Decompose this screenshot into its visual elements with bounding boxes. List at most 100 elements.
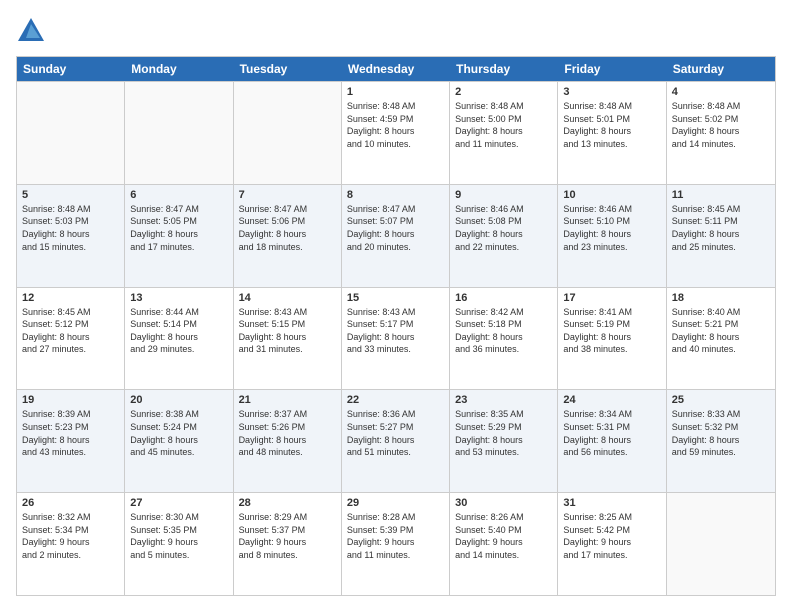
calendar-body: 1 Sunrise: 8:48 AM Sunset: 4:59 PM Daylig… — [17, 81, 775, 595]
day-number: 7 — [239, 189, 336, 201]
calendar: SundayMondayTuesdayWednesdayThursdayFrid… — [16, 56, 776, 596]
cell-info: Sunrise: 8:26 AM Sunset: 5:40 PM Dayligh… — [455, 511, 552, 561]
day-number: 2 — [455, 86, 552, 98]
day-number: 24 — [563, 394, 660, 406]
cell-info: Sunrise: 8:28 AM Sunset: 5:39 PM Dayligh… — [347, 511, 444, 561]
day-cell-15: 15Sunrise: 8:43 AM Sunset: 5:17 PM Dayli… — [342, 288, 450, 390]
cell-info: Sunrise: 8:39 AM Sunset: 5:23 PM Dayligh… — [22, 408, 119, 458]
day-cell-13: 13 Sunrise: 8:44 AM Sunset: 5:14 PM Dayli… — [125, 288, 233, 390]
logo — [16, 16, 50, 46]
day-number: 14 — [239, 292, 336, 304]
day-number: 28 — [239, 497, 336, 509]
cell-info: Sunrise: 8:45 AM Sunset: 5:11 PM Dayligh… — [672, 203, 770, 253]
day-cell-31: 31Sunrise: 8:25 AM Sunset: 5:42 PM Dayli… — [558, 493, 666, 595]
day-cell-29: 29 Sunrise: 8:28 AM Sunset: 5:39 PM Dayli… — [342, 493, 450, 595]
day-number: 20 — [130, 394, 227, 406]
cell-info: Sunrise: 8:40 AM Sunset: 5:21 PM Dayligh… — [672, 306, 770, 356]
calendar-row-0: 1 Sunrise: 8:48 AM Sunset: 4:59 PM Daylig… — [17, 81, 775, 184]
day-cell-17: 17 Sunrise: 8:41 AM Sunset: 5:19 PM Dayli… — [558, 288, 666, 390]
cell-info: Sunrise: 8:47 AM Sunset: 5:07 PM Dayligh… — [347, 203, 444, 253]
day-cell-22: 22 Sunrise: 8:36 AM Sunset: 5:27 PM Dayli… — [342, 390, 450, 492]
page: SundayMondayTuesdayWednesdayThursdayFrid… — [0, 0, 792, 612]
day-cell-25: 25Sunrise: 8:33 AM Sunset: 5:32 PM Dayli… — [667, 390, 775, 492]
header-cell-sunday: Sunday — [17, 57, 125, 81]
cell-info: Sunrise: 8:30 AM Sunset: 5:35 PM Dayligh… — [130, 511, 227, 561]
day-cell-10: 10 Sunrise: 8:46 AM Sunset: 5:10 PM Dayli… — [558, 185, 666, 287]
day-cell-2: 2 Sunrise: 8:48 AM Sunset: 5:00 PM Daylig… — [450, 82, 558, 184]
cell-info: Sunrise: 8:47 AM Sunset: 5:05 PM Dayligh… — [130, 203, 227, 253]
empty-cell — [17, 82, 125, 184]
day-number: 27 — [130, 497, 227, 509]
cell-info: Sunrise: 8:48 AM Sunset: 4:59 PM Dayligh… — [347, 100, 444, 150]
day-cell-5: 5 Sunrise: 8:48 AM Sunset: 5:03 PM Daylig… — [17, 185, 125, 287]
day-cell-6: 6 Sunrise: 8:47 AM Sunset: 5:05 PM Daylig… — [125, 185, 233, 287]
day-cell-19: 19 Sunrise: 8:39 AM Sunset: 5:23 PM Dayli… — [17, 390, 125, 492]
day-cell-30: 30 Sunrise: 8:26 AM Sunset: 5:40 PM Dayli… — [450, 493, 558, 595]
empty-cell — [234, 82, 342, 184]
calendar-row-3: 19 Sunrise: 8:39 AM Sunset: 5:23 PM Dayli… — [17, 389, 775, 492]
day-cell-28: 28 Sunrise: 8:29 AM Sunset: 5:37 PM Dayli… — [234, 493, 342, 595]
cell-info: Sunrise: 8:43 AM Sunset: 5:15 PM Dayligh… — [239, 306, 336, 356]
calendar-header-row: SundayMondayTuesdayWednesdayThursdayFrid… — [17, 57, 775, 81]
day-number: 21 — [239, 394, 336, 406]
day-number: 11 — [672, 189, 770, 201]
day-number: 5 — [22, 189, 119, 201]
day-cell-21: 21 Sunrise: 8:37 AM Sunset: 5:26 PM Dayli… — [234, 390, 342, 492]
cell-info: Sunrise: 8:32 AM Sunset: 5:34 PM Dayligh… — [22, 511, 119, 561]
day-number: 17 — [563, 292, 660, 304]
cell-info: Sunrise: 8:48 AM Sunset: 5:03 PM Dayligh… — [22, 203, 119, 253]
day-cell-24: 24Sunrise: 8:34 AM Sunset: 5:31 PM Dayli… — [558, 390, 666, 492]
cell-info: Sunrise: 8:44 AM Sunset: 5:14 PM Dayligh… — [130, 306, 227, 356]
calendar-row-1: 5 Sunrise: 8:48 AM Sunset: 5:03 PM Daylig… — [17, 184, 775, 287]
day-cell-11: 11 Sunrise: 8:45 AM Sunset: 5:11 PM Dayli… — [667, 185, 775, 287]
cell-info: Sunrise: 8:41 AM Sunset: 5:19 PM Dayligh… — [563, 306, 660, 356]
day-number: 13 — [130, 292, 227, 304]
day-cell-27: 27 Sunrise: 8:30 AM Sunset: 5:35 PM Dayli… — [125, 493, 233, 595]
day-number: 29 — [347, 497, 444, 509]
cell-info: Sunrise: 8:37 AM Sunset: 5:26 PM Dayligh… — [239, 408, 336, 458]
day-number: 15 — [347, 292, 444, 304]
header — [16, 16, 776, 46]
day-cell-3: 3Sunrise: 8:48 AM Sunset: 5:01 PM Daylig… — [558, 82, 666, 184]
cell-info: Sunrise: 8:25 AM Sunset: 5:42 PM Dayligh… — [563, 511, 660, 561]
cell-info: Sunrise: 8:29 AM Sunset: 5:37 PM Dayligh… — [239, 511, 336, 561]
day-number: 6 — [130, 189, 227, 201]
day-number: 9 — [455, 189, 552, 201]
calendar-row-2: 12Sunrise: 8:45 AM Sunset: 5:12 PM Dayli… — [17, 287, 775, 390]
day-cell-23: 23Sunrise: 8:35 AM Sunset: 5:29 PM Dayli… — [450, 390, 558, 492]
header-cell-saturday: Saturday — [667, 57, 775, 81]
cell-info: Sunrise: 8:35 AM Sunset: 5:29 PM Dayligh… — [455, 408, 552, 458]
day-cell-14: 14 Sunrise: 8:43 AM Sunset: 5:15 PM Dayli… — [234, 288, 342, 390]
cell-info: Sunrise: 8:36 AM Sunset: 5:27 PM Dayligh… — [347, 408, 444, 458]
day-number: 8 — [347, 189, 444, 201]
calendar-row-4: 26 Sunrise: 8:32 AM Sunset: 5:34 PM Dayli… — [17, 492, 775, 595]
cell-info: Sunrise: 8:47 AM Sunset: 5:06 PM Dayligh… — [239, 203, 336, 253]
cell-info: Sunrise: 8:38 AM Sunset: 5:24 PM Dayligh… — [130, 408, 227, 458]
day-number: 22 — [347, 394, 444, 406]
header-cell-monday: Monday — [125, 57, 233, 81]
header-cell-wednesday: Wednesday — [342, 57, 450, 81]
day-number: 26 — [22, 497, 119, 509]
day-cell-8: 8 Sunrise: 8:47 AM Sunset: 5:07 PM Daylig… — [342, 185, 450, 287]
empty-cell — [125, 82, 233, 184]
cell-info: Sunrise: 8:42 AM Sunset: 5:18 PM Dayligh… — [455, 306, 552, 356]
day-cell-1: 1 Sunrise: 8:48 AM Sunset: 4:59 PM Daylig… — [342, 82, 450, 184]
cell-info: Sunrise: 8:46 AM Sunset: 5:08 PM Dayligh… — [455, 203, 552, 253]
day-number: 4 — [672, 86, 770, 98]
header-cell-tuesday: Tuesday — [234, 57, 342, 81]
day-number: 30 — [455, 497, 552, 509]
day-number: 10 — [563, 189, 660, 201]
day-number: 1 — [347, 86, 444, 98]
day-cell-20: 20 Sunrise: 8:38 AM Sunset: 5:24 PM Dayli… — [125, 390, 233, 492]
cell-info: Sunrise: 8:48 AM Sunset: 5:00 PM Dayligh… — [455, 100, 552, 150]
day-number: 19 — [22, 394, 119, 406]
day-number: 25 — [672, 394, 770, 406]
cell-info: Sunrise: 8:48 AM Sunset: 5:01 PM Dayligh… — [563, 100, 660, 150]
cell-info: Sunrise: 8:46 AM Sunset: 5:10 PM Dayligh… — [563, 203, 660, 253]
day-number: 16 — [455, 292, 552, 304]
day-number: 12 — [22, 292, 119, 304]
day-cell-26: 26 Sunrise: 8:32 AM Sunset: 5:34 PM Dayli… — [17, 493, 125, 595]
day-number: 18 — [672, 292, 770, 304]
day-cell-12: 12Sunrise: 8:45 AM Sunset: 5:12 PM Dayli… — [17, 288, 125, 390]
day-cell-4: 4Sunrise: 8:48 AM Sunset: 5:02 PM Daylig… — [667, 82, 775, 184]
